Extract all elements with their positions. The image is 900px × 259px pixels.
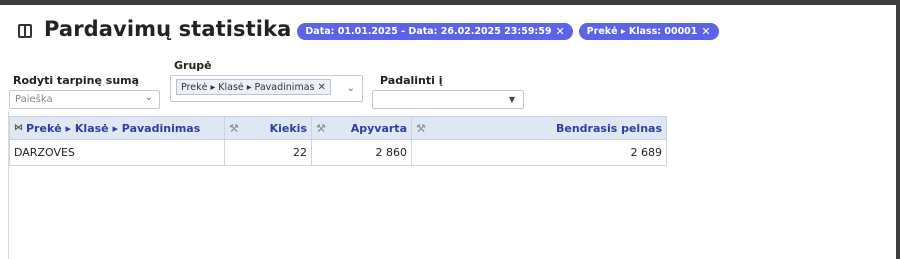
column-header-quantity[interactable]: ⚒ Kiekis [224,116,312,140]
cell-gross-profit: 2 689 [411,139,667,166]
group-tag: Prekė ▸ Klasė ▸ Pavadinimas ✕ [176,79,331,95]
column-header-turnover[interactable]: ⚒ Apyvarta [311,116,412,140]
cell-turnover: 2 860 [311,139,412,166]
dropdown-arrow-icon: ▼ [508,95,515,104]
column-header-product[interactable]: ⋈ Prekė ▸ Klasė ▸ Pavadinimas [9,116,225,140]
cell-quantity: 22 [224,139,312,166]
column-header-gross-profit[interactable]: ⚒ Bendrasis pelnas [411,116,667,140]
wrench-icon[interactable]: ⚒ [416,122,426,135]
stats-table: ⋈ Prekė ▸ Klasė ▸ Pavadinimas ⚒ Kiekis ⚒… [9,116,667,166]
filter-chip-date-label: Data: 01.01.2025 - Data: 26.02.2025 23:5… [305,25,552,37]
column-header-product-label: Prekė ▸ Klasė ▸ Pavadinimas [26,121,201,135]
filter-chip-class[interactable]: Prekė ▸ Klass: 00001 ✕ [578,22,719,40]
subtotal-label: Rodyti tarpinę sumą [13,74,140,87]
filter-chip-class-label: Prekė ▸ Klass: 00001 [586,25,698,37]
cell-product: DARZOVES [9,139,225,166]
table-header-row: ⋈ Prekė ▸ Klasė ▸ Pavadinimas ⚒ Kiekis ⚒… [9,116,667,140]
subtotal-select[interactable]: Paieška ⌄ [9,90,160,109]
close-icon[interactable]: ✕ [317,82,325,93]
column-header-gross-profit-label: Bendrasis pelnas [556,121,662,135]
chevron-down-icon: ⌄ [346,83,355,94]
split-label: Padalinti į [380,74,443,87]
wrench-icon[interactable]: ⚒ [316,122,326,135]
wrench-icon[interactable]: ⚒ [229,122,239,135]
close-icon[interactable]: ✕ [555,25,564,38]
column-header-quantity-label: Kiekis [269,121,307,135]
panel-toggle-icon[interactable] [18,24,32,38]
table-row[interactable]: DARZOVES 22 2 860 2 689 [9,139,667,166]
chevron-down-icon: ⌄ [144,92,153,103]
subtotal-placeholder: Paieška [15,94,53,105]
filter-chip-date[interactable]: Data: 01.01.2025 - Data: 26.02.2025 23:5… [297,22,573,40]
group-select[interactable]: Prekė ▸ Klasė ▸ Pavadinimas ✕ ⌄ [170,75,363,102]
page-title: Pardavimų statistika [44,17,292,41]
column-header-turnover-label: Apyvarta [350,121,407,135]
window-right-border [896,0,900,259]
title-row: Pardavimų statistika Data: 01.01.2025 - … [18,14,719,44]
group-label: Grupė [174,59,212,72]
close-icon[interactable]: ✕ [701,25,710,38]
group-tag-label: Prekė ▸ Klasė ▸ Pavadinimas [181,81,315,93]
split-select[interactable]: ▼ [372,90,524,109]
window-top-border [0,0,900,5]
pin-icon[interactable]: ⋈ [14,123,23,133]
